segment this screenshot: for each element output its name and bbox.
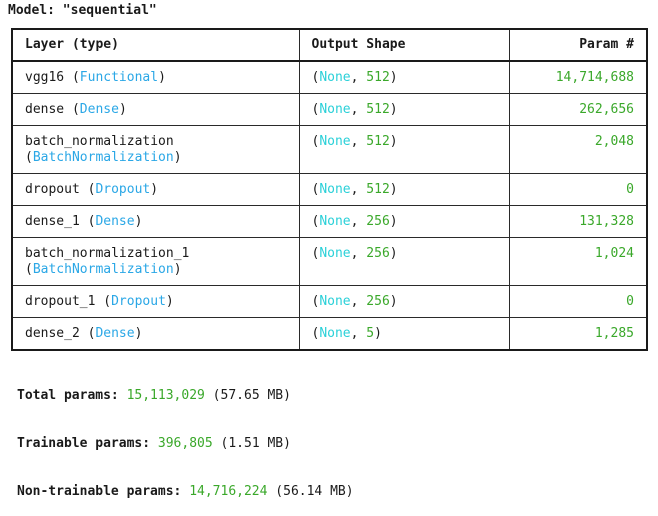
- output-shape-cell: (None, 512): [298, 125, 510, 174]
- table-row: dropout_1 (Dropout) (None, 256) 0: [11, 285, 648, 318]
- param-count-cell: 14,714,688: [508, 60, 648, 94]
- layer-cell: dense_2 (Dense): [11, 317, 300, 351]
- shape-batch-dim: None: [319, 326, 351, 341]
- table-row: batch_normalization_1 (BatchNormalizatio…: [11, 237, 648, 286]
- param-count: 1,024: [594, 246, 634, 261]
- shape-batch-dim: None: [319, 134, 351, 149]
- layer-cell: dense (Dense): [11, 93, 300, 126]
- param-count-cell: 0: [508, 173, 648, 206]
- layer-class: Functional: [79, 70, 159, 85]
- param-count: 14,714,688: [555, 70, 634, 85]
- layer-name: batch_normalization: [25, 134, 174, 149]
- table-row: dense_1 (Dense) (None, 256) 131,328: [11, 205, 648, 238]
- model-name: "sequential": [62, 3, 157, 18]
- header-param-count: Param #: [508, 28, 648, 62]
- param-count: 131,328: [579, 214, 634, 229]
- shape-feature-dim: 512: [366, 134, 390, 149]
- layer-name: vgg16: [25, 70, 65, 85]
- param-totals: Total params: 15,113,029 (57.65 MB) Trai…: [17, 356, 354, 516]
- header-layer-type: Layer (type): [11, 28, 300, 62]
- table-row: dropout (Dropout) (None, 512) 0: [11, 173, 648, 206]
- table-header-row: Layer (type) Output Shape Param #: [11, 28, 648, 62]
- param-count-cell: 2,048: [508, 125, 648, 174]
- layer-cell: dropout (Dropout): [11, 173, 300, 206]
- trainable-params-line: Trainable params: 396,805 (1.51 MB): [17, 436, 354, 452]
- layer-class: BatchNormalization: [32, 262, 174, 277]
- param-count: 0: [626, 182, 634, 197]
- table-body: vgg16 (Functional) (None, 512) 14,714,688 d…: [11, 60, 648, 351]
- shape-batch-dim: None: [319, 246, 351, 261]
- output-shape-cell: (None, 256): [298, 205, 510, 238]
- shape-batch-dim: None: [319, 182, 351, 197]
- param-count-cell: 131,328: [508, 205, 648, 238]
- shape-batch-dim: None: [319, 70, 351, 85]
- layer-name: dropout_1: [25, 294, 96, 309]
- shape-feature-dim: 5: [366, 326, 375, 341]
- output-shape-cell: (None, 512): [298, 60, 510, 94]
- shape-batch-dim: None: [319, 294, 351, 309]
- layer-class: Dropout: [111, 294, 166, 309]
- param-count: 2,048: [594, 134, 634, 149]
- trainable-params-size: (1.51 MB): [212, 436, 291, 451]
- layer-name: dense_2: [25, 326, 80, 341]
- param-count-cell: 1,285: [508, 317, 648, 351]
- layer-cell: vgg16 (Functional): [11, 60, 300, 94]
- layer-cell: batch_normalization (BatchNormalization): [11, 125, 300, 174]
- layer-name: batch_normalization_1: [25, 246, 190, 261]
- param-count: 1,285: [594, 326, 634, 341]
- non-trainable-params-size: (56.14 MB): [267, 484, 354, 499]
- layer-class: BatchNormalization: [32, 150, 174, 165]
- layer-class: Dense: [95, 214, 135, 229]
- output-shape-cell: (None, 256): [298, 285, 510, 318]
- table-row: dense (Dense) (None, 512) 262,656: [11, 93, 648, 126]
- param-count-cell: 0: [508, 285, 648, 318]
- total-params-size: (57.65 MB): [204, 388, 291, 403]
- output-shape-cell: (None, 256): [298, 237, 510, 286]
- param-count-cell: 1,024: [508, 237, 648, 286]
- model-summary-table: Layer (type) Output Shape Param # vgg16 …: [11, 28, 648, 351]
- shape-feature-dim: 256: [366, 246, 390, 261]
- shape-feature-dim: 512: [366, 70, 390, 85]
- layer-name: dense_1: [25, 214, 80, 229]
- shape-feature-dim: 512: [366, 102, 390, 117]
- table-row: dense_2 (Dense) (None, 5) 1,285: [11, 317, 648, 351]
- model-title-prefix: Model:: [8, 3, 63, 18]
- model-title: Model: "sequential": [8, 3, 157, 18]
- shape-feature-dim: 256: [366, 214, 390, 229]
- shape-feature-dim: 256: [366, 294, 390, 309]
- trainable-params-value: 396,805: [157, 436, 213, 451]
- total-params-value: 15,113,029: [126, 388, 205, 403]
- trainable-params-label: Trainable params:: [17, 436, 158, 451]
- layer-class: Dropout: [95, 182, 151, 197]
- table-row: vgg16 (Functional) (None, 512) 14,714,688: [11, 60, 648, 94]
- output-shape-cell: (None, 512): [298, 93, 510, 126]
- layer-cell: dense_1 (Dense): [11, 205, 300, 238]
- shape-batch-dim: None: [319, 214, 351, 229]
- layer-name: dropout: [25, 182, 80, 197]
- layer-cell: batch_normalization_1 (BatchNormalizatio…: [11, 237, 300, 286]
- non-trainable-params-label: Non-trainable params:: [17, 484, 190, 499]
- param-count: 0: [626, 294, 634, 309]
- non-trainable-params-line: Non-trainable params: 14,716,224 (56.14 …: [17, 484, 354, 500]
- layer-name: dense: [25, 102, 65, 117]
- header-output-shape: Output Shape: [298, 28, 510, 62]
- layer-class: Dense: [95, 326, 135, 341]
- layer-class: Dense: [79, 102, 119, 117]
- total-params-label: Total params:: [17, 388, 127, 403]
- param-count-cell: 262,656: [508, 93, 648, 126]
- output-shape-cell: (None, 512): [298, 173, 510, 206]
- total-params-line: Total params: 15,113,029 (57.65 MB): [17, 388, 354, 404]
- shape-feature-dim: 512: [366, 182, 390, 197]
- output-shape-cell: (None, 5): [298, 317, 510, 351]
- layer-cell: dropout_1 (Dropout): [11, 285, 300, 318]
- table-row: batch_normalization (BatchNormalization)…: [11, 125, 648, 174]
- param-count: 262,656: [579, 102, 634, 117]
- non-trainable-params-value: 14,716,224: [189, 484, 268, 499]
- shape-batch-dim: None: [319, 102, 351, 117]
